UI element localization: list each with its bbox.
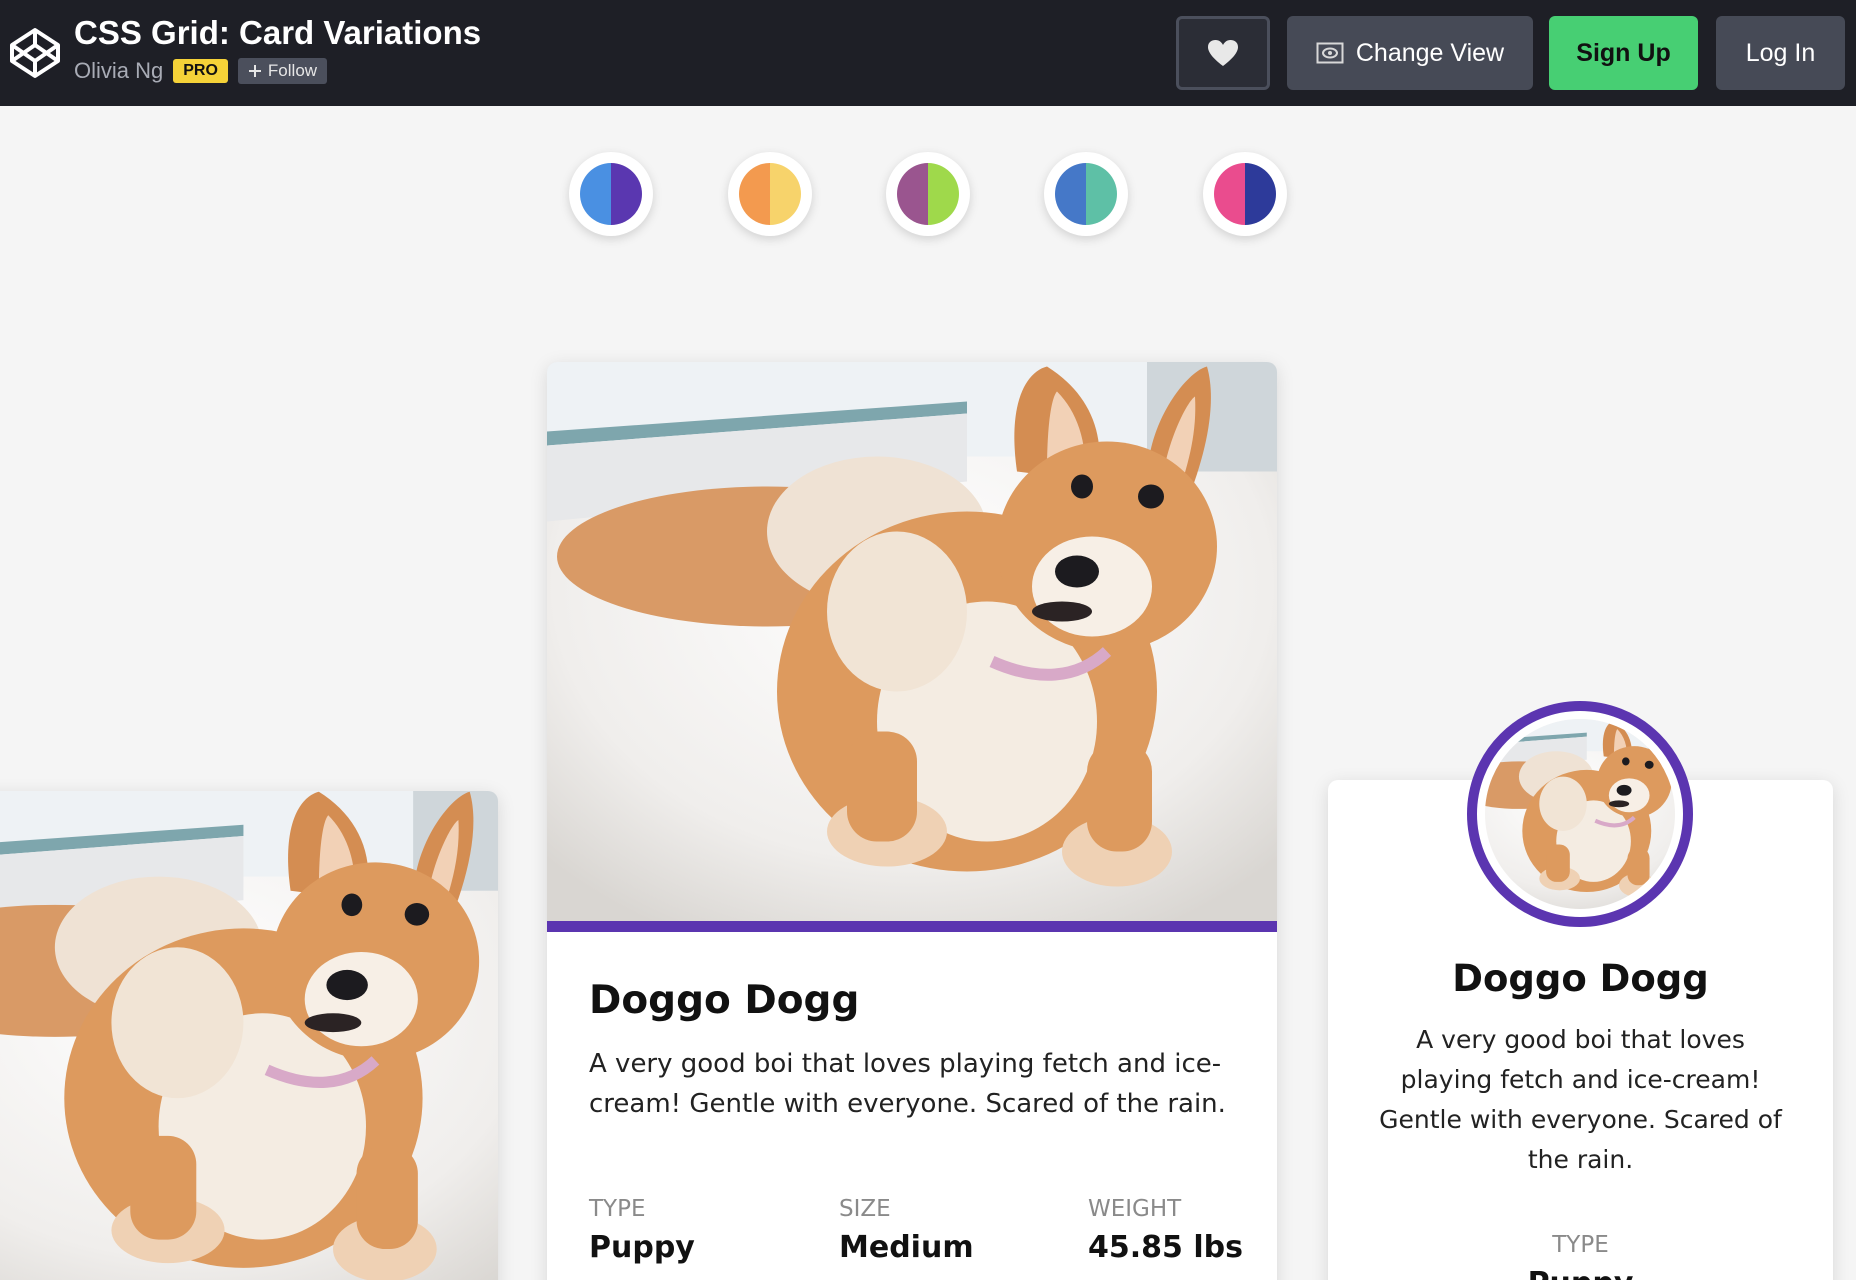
accent-bar [547,921,1277,932]
profile-card-main[interactable]: Doggo Dogg A very good boi that loves pl… [547,362,1277,1280]
stat-weight: WEIGHT 45.85 lbs [1088,1196,1243,1265]
swatch-blue-teal[interactable] [1044,152,1128,236]
stat-size: SIZE Medium [839,1196,974,1265]
dog-avatar [1467,701,1693,927]
stat-value: 45.85 lbs [1088,1230,1243,1265]
plus-icon [248,65,261,77]
dog-image [0,791,498,1280]
top-bar: CSS Grid: Card Variations Olivia Ng PRO … [0,0,1856,106]
pen-title: CSS Grid: Card Variations [74,14,482,51]
swatch-pink-indigo[interactable] [1203,152,1287,236]
swatch-purple-green[interactable] [886,152,970,236]
author-name[interactable]: Olivia Ng [74,58,163,84]
stat-type: TYPE Puppy [1328,1232,1833,1280]
card-name: Doggo Dogg [1452,957,1709,1000]
swatch-orange-yellow[interactable] [728,152,812,236]
stat-label: TYPE [1552,1232,1609,1258]
stat-value: Puppy [589,1230,695,1265]
card-name: Doggo Dogg [589,978,860,1023]
heart-button[interactable] [1176,16,1270,90]
codepen-logo-icon[interactable] [8,26,62,80]
stat-label: TYPE [589,1196,646,1222]
change-view-button[interactable]: Change View [1287,16,1533,90]
author-row: Olivia Ng PRO Follow [74,58,328,84]
swatch-blue-purple[interactable] [569,152,653,236]
card-description: A very good boi that loves playing fetch… [589,1049,1226,1119]
image-card-left[interactable] [0,791,498,1280]
follow-label: Follow [267,61,318,80]
dog-photo [547,362,1277,921]
change-view-label: Change View [1355,38,1505,67]
dog-photo [0,791,498,1280]
dog-image [1485,719,1675,909]
eye-icon [1316,42,1344,64]
sign-up-button[interactable]: Sign Up [1549,16,1698,90]
follow-button[interactable]: Follow [237,58,328,84]
log-in-button[interactable]: Log In [1716,16,1845,90]
dog-image [547,362,1277,921]
stat-type: TYPE Puppy [589,1196,695,1265]
stat-label: WEIGHT [1088,1196,1182,1222]
pro-badge: PRO [173,59,228,83]
stat-value: Medium [839,1230,974,1265]
card-description: A very good boi that loves playing fetch… [1379,1025,1782,1174]
stat-label: SIZE [839,1196,891,1222]
stat-value: Puppy [1328,1266,1833,1280]
heart-icon [1208,40,1238,66]
